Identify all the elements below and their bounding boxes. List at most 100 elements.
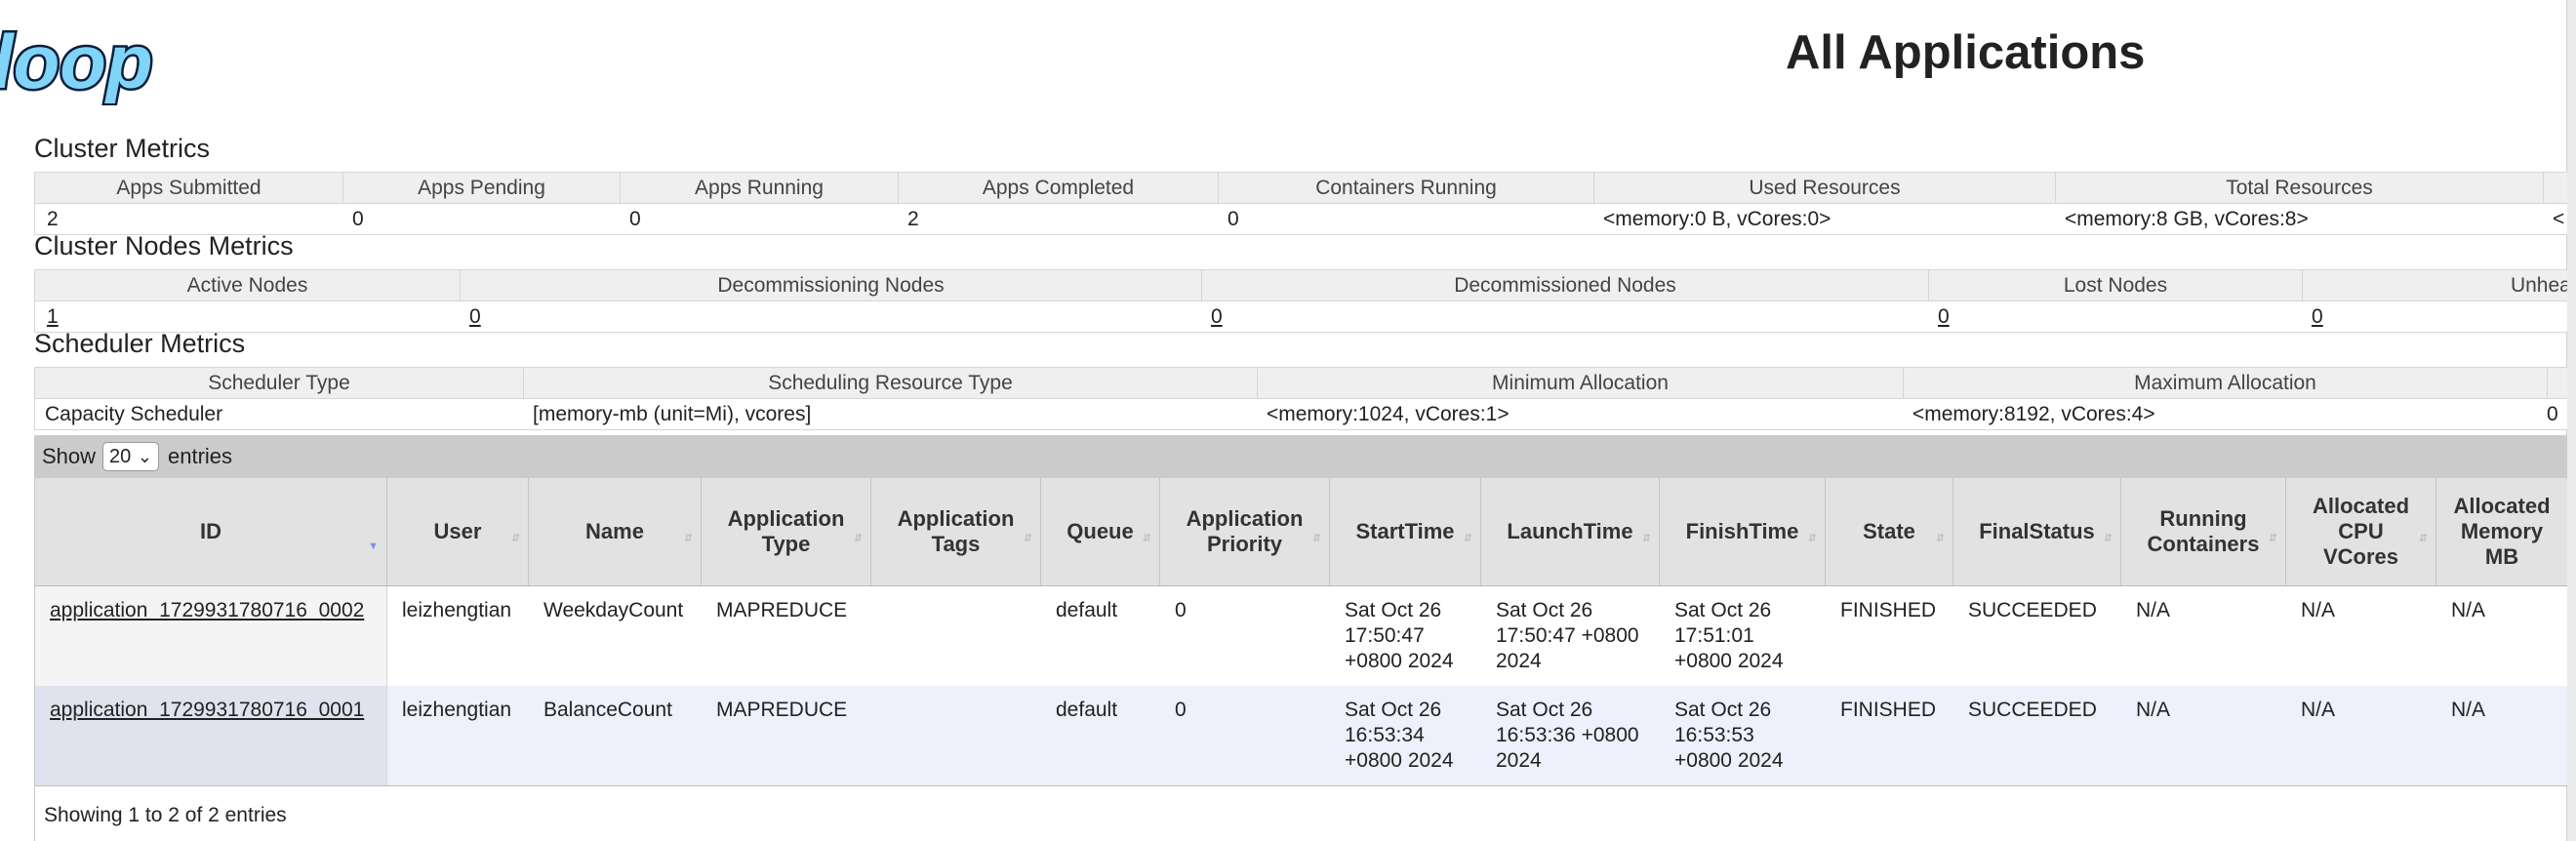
cell-allocated-memory-mb: N/A [2451,599,2486,621]
cnm-value-unhealthy-nodes[interactable]: 0 [2302,301,2567,332]
cnm-value-active-nodes[interactable]: 1 [35,301,460,332]
column-header-finalstatus[interactable]: FinalStatus ⇵ [1953,478,2121,585]
cell-allocated-cpu-vcores: N/A [2301,699,2336,721]
cluster-nodes-metrics-title: Cluster Nodes Metrics [34,231,294,260]
sort-icon: ⇵ [510,533,520,544]
cm-header-total-resources: Total Resources [2055,173,2543,203]
column-header-application-type[interactable]: Application Type ⇵ [702,478,871,585]
cm-value-total-resources: <memory:8 GB, vCores:8> [2065,208,2309,230]
column-header-name[interactable]: Name ⇵ [529,478,702,585]
cm-value-containers-running: 0 [1228,208,1239,230]
cm-value-used-resources: <memory:0 B, vCores:0> [1603,208,1831,230]
cm-value-apps-completed: 2 [907,208,919,230]
table-header-row: ID ▼ User ⇵ Name ⇵ Application Type ⇵ Applic… [35,478,2567,586]
cluster-metrics-table: Apps Submitted Apps Pending Apps Running… [34,172,2567,235]
scrollbar-edge[interactable] [2566,0,2576,841]
sort-icon: ⇵ [1142,533,1151,544]
column-header-starttime[interactable]: StartTime ⇵ [1330,478,1481,585]
cm-header-used-resources: Used Resources [1593,173,2055,203]
cm-value-apps-pending: 0 [352,208,364,230]
cnm-header-decommissioning-nodes: Decommissioning Nodes [460,270,1201,300]
table-row: application_1729931780716_0002 leizhengt… [35,586,2567,686]
cell-id[interactable]: application_1729931780716_0001 [35,686,387,785]
cell-name: BalanceCount [543,699,672,721]
cell-id[interactable]: application_1729931780716_0002 [35,586,387,686]
cell-running-containers: N/A [2136,599,2171,621]
cluster-nodes-metrics-table: Active Nodes Decommissioning Nodes Decom… [34,269,2567,333]
column-header-state[interactable]: State ⇵ [1826,478,1953,585]
cnm-header-decommissioned-nodes: Decommissioned Nodes [1201,270,1928,300]
column-header-allocated-memory-mb[interactable]: Allocated Memory MB [2436,478,2567,585]
scheduler-metrics-title: Scheduler Metrics [34,329,246,358]
cell-priority: 0 [1175,699,1187,721]
cell-finishtime: Sat Oct 26 17:51:01 +0800 2024 [1674,599,1784,672]
column-header-application-tags[interactable]: Application Tags ⇵ [871,478,1041,585]
cell-allocated-memory-mb: N/A [2451,699,2486,721]
sm-value-minimum-allocation: <memory:1024, vCores:1> [1267,403,1509,425]
sm-header-scheduling-resource-type: Scheduling Resource Type [523,368,1257,398]
column-header-id[interactable]: ID ▼ [35,478,387,585]
column-header-user[interactable]: User ⇵ [387,478,529,585]
cell-tags [871,686,1041,785]
column-header-allocated-cpu-vcores[interactable]: Allocated CPU VCores ⇵ [2286,478,2436,585]
cm-value-apps-running: 0 [629,208,641,230]
sort-icon: ⇵ [683,533,693,544]
cell-finalstatus: SUCCEEDED [1968,699,2097,721]
column-header-finishtime[interactable]: FinishTime ⇵ [1660,478,1826,585]
sm-header-scheduler-type: Scheduler Type [208,372,350,394]
page-title: All Applications [1786,26,2146,79]
column-header-queue[interactable]: Queue ⇵ [1041,478,1160,585]
cell-queue: default [1056,699,1118,721]
cm-header-overflow [2543,173,2567,203]
cnm-header-active-nodes: Active Nodes [186,274,308,297]
column-header-running-containers[interactable]: Running Containers ⇵ [2121,478,2286,585]
logo-wordmark: doop [0,20,153,104]
sort-icon: ⇵ [2268,533,2277,544]
cluster-metrics-title: Cluster Metrics [34,134,211,163]
cell-finishtime: Sat Oct 26 16:53:53 +0800 2024 [1674,699,1784,772]
cell-queue: default [1056,599,1118,621]
sm-value-overflow: 0 [2547,403,2558,425]
cnm-value-lost-nodes[interactable]: 0 [1928,301,2302,332]
cell-state: FINISHED [1840,599,1937,621]
cell-type: MAPREDUCE [716,699,848,721]
sm-header-overflow [2547,368,2567,398]
column-header-launchtime[interactable]: LaunchTime ⇵ [1481,478,1660,585]
cell-priority: 0 [1175,599,1187,621]
cell-user: leizhengtian [402,699,512,721]
cell-type: MAPREDUCE [716,599,848,621]
sm-value-scheduler-type: Capacity Scheduler [45,403,223,425]
table-length-control: Show 20 ⌄ entries [35,435,2567,478]
cnm-value-decommissioned-nodes[interactable]: 0 [1201,301,1928,332]
cell-running-containers: N/A [2136,699,2171,721]
cm-header-apps-pending: Apps Pending [342,173,620,203]
sm-value-scheduling-resource-type: [memory-mb (unit=Mi), vcores] [533,403,812,425]
cell-starttime: Sat Oct 26 17:50:47 +0800 2024 [1345,599,1454,672]
cm-header-apps-completed: Apps Completed [898,173,1218,203]
applications-table-wrapper: Show 20 ⌄ entries ID ▼ User ⇵ Name ⇵ Applic… [34,435,2567,841]
hadoop-logo[interactable]: doop [0,20,195,105]
chevron-down-icon: ⌄ [137,447,152,466]
application-link[interactable]: application_1729931780716_0002 [50,599,364,621]
cm-value-apps-submitted: 2 [47,208,59,230]
sort-icon: ⇵ [2418,533,2428,544]
cnm-value-decommissioning-nodes[interactable]: 0 [460,301,1201,332]
application-link[interactable]: application_1729931780716_0001 [50,699,364,721]
scheduler-metrics-table: Scheduler Type Scheduling Resource Type … [34,367,2567,430]
sort-icon: ⇵ [853,533,863,544]
sort-icon: ⇵ [1935,533,1945,544]
sort-icon: ⇵ [1023,533,1032,544]
entries-per-page-select[interactable]: 20 ⌄ [102,442,159,471]
cell-user: leizhengtian [402,599,512,621]
cm-value-overflow: < [2553,208,2565,230]
entries-label: entries [168,444,233,468]
entries-per-page-value: 20 [109,446,132,467]
table-info: Showing 1 to 2 of 2 entries [44,804,287,826]
column-header-application-priority[interactable]: Application Priority ⇵ [1160,478,1330,585]
sm-header-maximum-allocation: Maximum Allocation [1903,368,2547,398]
cm-header-apps-submitted: Apps Submitted [116,177,262,199]
cell-launchtime: Sat Oct 26 16:53:36 +0800 2024 [1496,699,1639,772]
cell-allocated-cpu-vcores: N/A [2301,599,2336,621]
table-row: application_1729931780716_0001 leizhengt… [35,686,2567,785]
cm-header-apps-running: Apps Running [620,173,898,203]
